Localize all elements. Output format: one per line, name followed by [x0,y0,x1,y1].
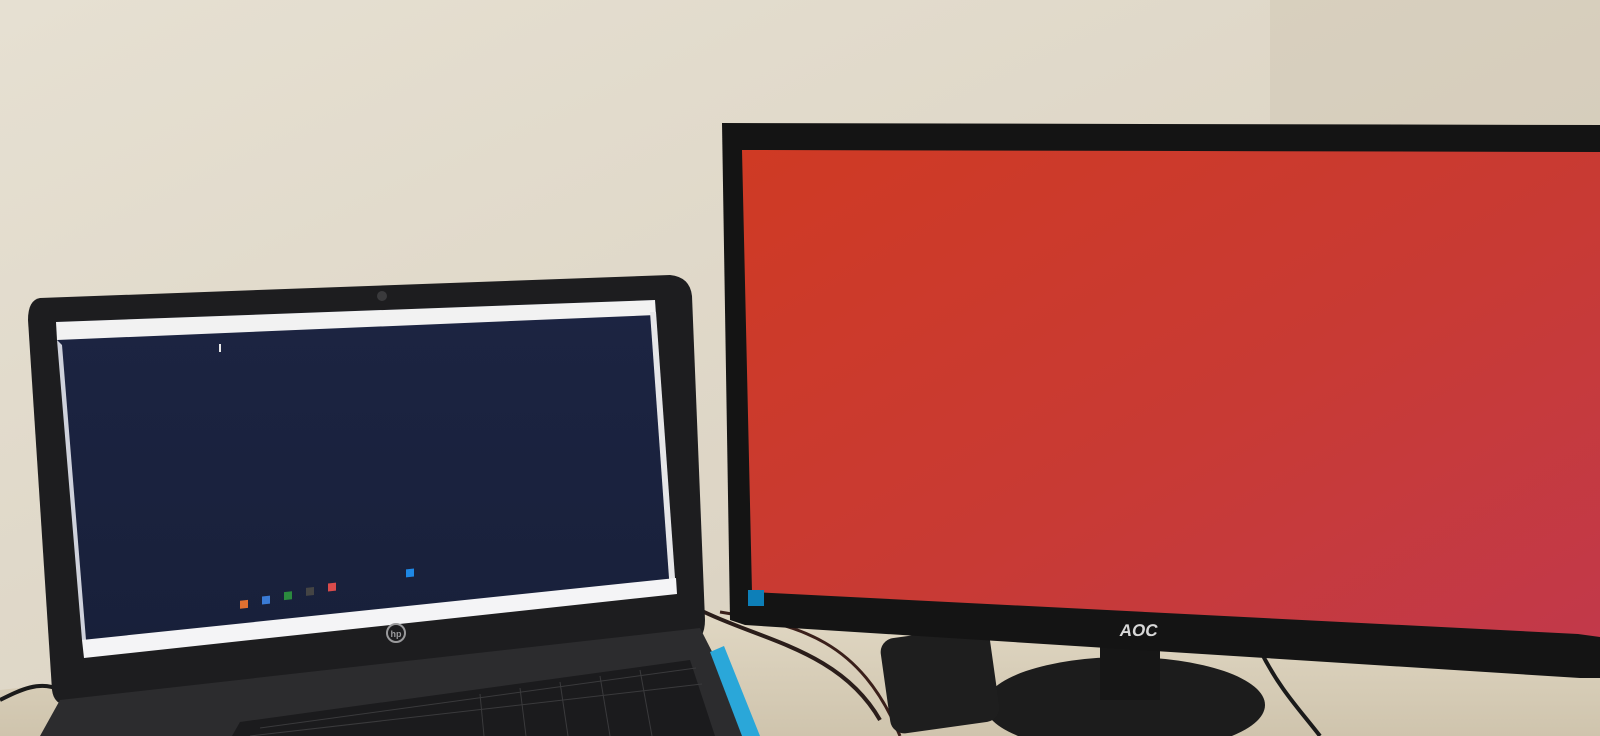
scene-svg: AOC hp [0,0,1600,736]
taskbar-icon[interactable] [284,591,292,601]
taskbar-icon[interactable] [262,595,270,605]
monitor-brand-label: AOC [1118,620,1159,640]
laptop: hp [28,275,760,736]
taskbar-icon[interactable] [306,586,314,596]
monitor-sticker [748,590,764,606]
text-cursor [219,344,221,352]
hp-logo-text: hp [391,629,402,639]
taskbar-icon[interactable] [240,599,248,609]
taskbar-icon[interactable] [406,568,414,578]
taskbar-icon[interactable] [328,582,336,592]
desk-device [880,626,1000,734]
monitor-screen [742,150,1600,637]
webcam-icon [377,291,387,301]
photo-scene: AOC hp [0,0,1600,736]
